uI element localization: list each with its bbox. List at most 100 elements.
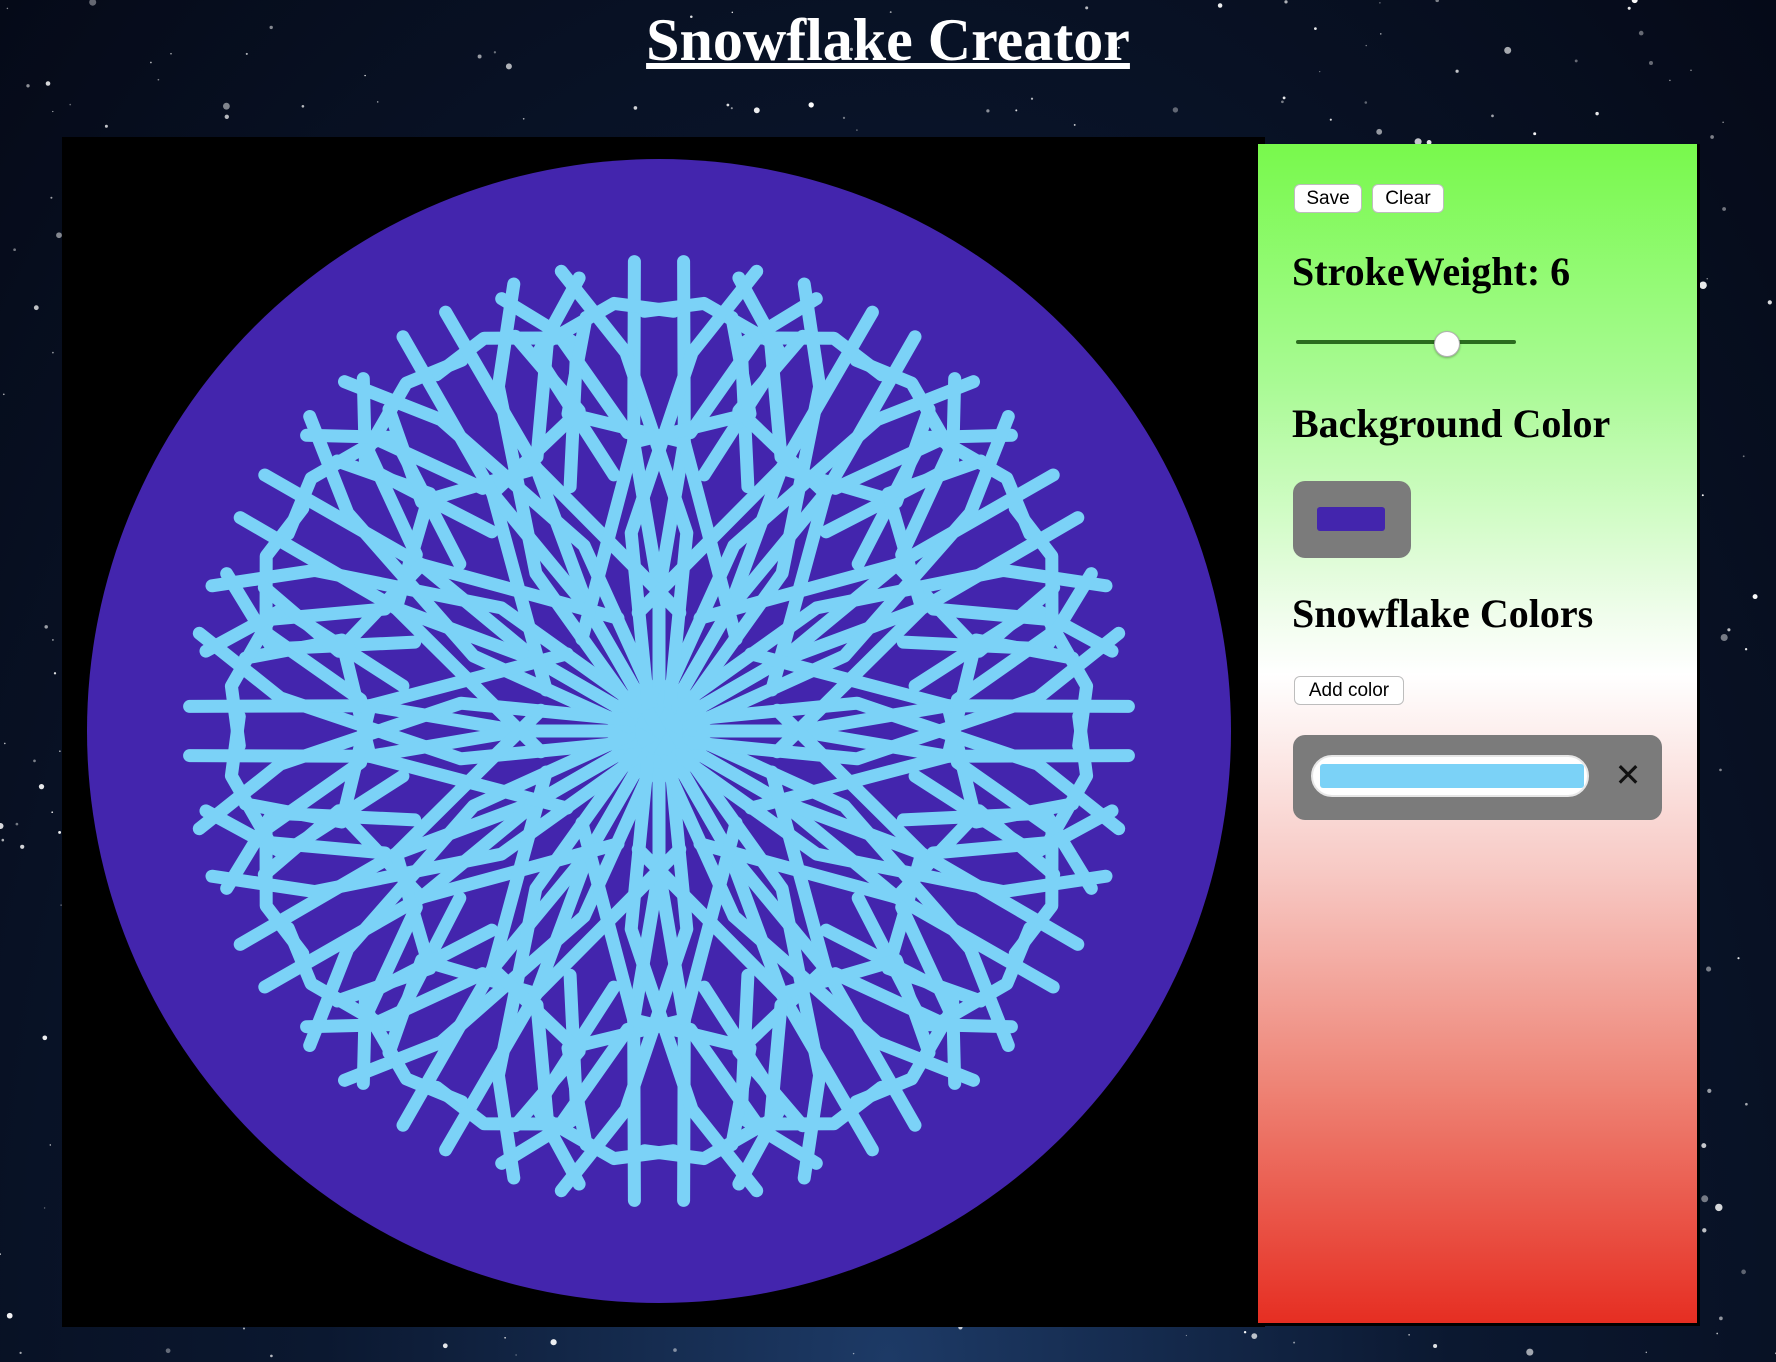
star (43, 1207, 46, 1209)
star (19, 1351, 22, 1355)
star (1435, 0, 1439, 3)
star (1706, 966, 1712, 972)
star (42, 1035, 48, 1041)
star (6, 1312, 13, 1319)
star (1376, 128, 1383, 135)
star (1701, 1143, 1707, 1149)
drawing-canvas[interactable] (62, 137, 1265, 1327)
star (1767, 300, 1772, 305)
snowflake-canvas-svg[interactable] (62, 137, 1265, 1327)
star (1284, 0, 1288, 4)
star (0, 822, 4, 830)
star (1720, 633, 1728, 642)
star (2, 393, 5, 396)
star (69, 103, 72, 106)
page-title: Snowflake Creator (646, 7, 1130, 73)
star (33, 759, 36, 763)
star (376, 101, 379, 103)
star (51, 811, 54, 814)
star (15, 822, 19, 826)
stroke-weight-label: StrokeWeight: 6 (1292, 249, 1571, 294)
star (673, 1348, 677, 1352)
star (442, 1343, 448, 1349)
star (1281, 100, 1284, 104)
snowflake-color-picker[interactable] (1311, 755, 1589, 797)
star (242, 1327, 246, 1330)
stroke-weight-slider-thumb[interactable] (1433, 331, 1460, 357)
star (301, 104, 305, 108)
star (1243, 1331, 1247, 1334)
star (38, 783, 45, 790)
star (1631, 0, 1638, 4)
star (753, 107, 760, 114)
star (986, 109, 990, 113)
star (1752, 594, 1758, 600)
star (3, 742, 6, 745)
save-button[interactable]: Save (1294, 184, 1362, 213)
star (1702, 1228, 1707, 1233)
star (59, 750, 61, 752)
star (1722, 207, 1726, 211)
star (20, 844, 25, 849)
add-color-button[interactable]: Add color (1294, 676, 1404, 705)
star (45, 81, 51, 86)
background-color-swatch[interactable] (1317, 507, 1385, 531)
star (52, 110, 54, 113)
star (1595, 111, 1599, 116)
star (1491, 114, 1494, 118)
star (1, 838, 5, 842)
star (1293, 1341, 1296, 1344)
star (1716, 1332, 1719, 1335)
star (49, 1144, 52, 1146)
star (0, 1253, 1, 1255)
star (842, 116, 846, 120)
star (808, 102, 814, 108)
close-icon[interactable]: ✕ (1611, 753, 1645, 797)
star (1744, 648, 1748, 651)
star (1251, 1333, 1258, 1339)
snowflake-color-row: ✕ (1293, 735, 1662, 820)
star (1745, 1102, 1748, 1106)
star (515, 1354, 517, 1356)
star (157, 78, 160, 81)
star (104, 124, 108, 128)
star (1722, 121, 1724, 123)
star (1706, 278, 1708, 280)
star (1669, 79, 1671, 82)
star (1073, 123, 1076, 126)
star (1379, 2, 1381, 4)
star (1433, 1343, 1438, 1349)
stroke-weight-slider[interactable] (1296, 340, 1516, 344)
star (26, 84, 30, 88)
star (1701, 1195, 1709, 1203)
star (1699, 281, 1707, 289)
star (1741, 1269, 1746, 1275)
star (364, 74, 366, 77)
star (730, 107, 733, 110)
star (13, 248, 16, 252)
star (1172, 107, 1179, 113)
snowflake-color-swatch[interactable] (1320, 764, 1584, 788)
background-color-picker[interactable] (1293, 481, 1411, 558)
star (1185, 1334, 1188, 1337)
star (1408, 1334, 1410, 1336)
star (522, 117, 525, 120)
star (633, 106, 638, 110)
star (44, 625, 48, 629)
background-color-label: Background Color (1292, 401, 1611, 446)
star (223, 102, 230, 110)
star (33, 305, 39, 311)
star (89, 0, 97, 6)
star (1364, 101, 1368, 104)
star (1015, 109, 1018, 112)
star (1737, 957, 1740, 960)
star (1329, 118, 1332, 121)
star (1742, 455, 1745, 458)
star (1701, 494, 1704, 497)
star (53, 672, 57, 675)
clear-button[interactable]: Clear (1372, 184, 1444, 213)
star (1645, 1351, 1648, 1354)
star (165, 1348, 171, 1354)
star (1727, 628, 1731, 632)
star (270, 1354, 273, 1358)
